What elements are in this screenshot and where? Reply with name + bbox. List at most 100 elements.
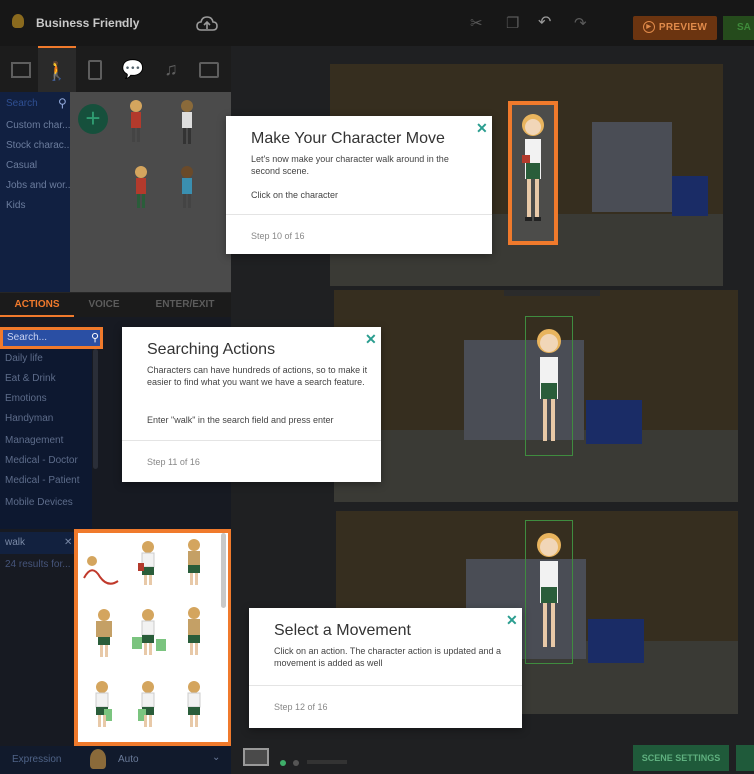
music-tab-icon[interactable]: ♫ bbox=[152, 46, 190, 92]
copier-machine bbox=[592, 122, 672, 212]
divider bbox=[226, 214, 492, 215]
camera-tab-icon[interactable] bbox=[190, 46, 228, 92]
preview-button[interactable]: ▶ PREVIEW bbox=[633, 16, 717, 40]
character-figure bbox=[522, 114, 544, 221]
scene-extra-button[interactable] bbox=[736, 745, 754, 771]
selected-character[interactable] bbox=[525, 316, 573, 456]
tab-enter-exit[interactable]: ENTER/EXIT bbox=[140, 293, 230, 317]
search-query-text: walk bbox=[5, 537, 26, 548]
tour-popover: ✕ Select a Movement Click on an action. … bbox=[249, 608, 522, 728]
action-category-item[interactable]: Emotions bbox=[0, 389, 92, 409]
tab-voice[interactable]: VOICE bbox=[74, 293, 134, 317]
play-icon: ▶ bbox=[642, 21, 655, 34]
popover-step: Step 12 of 16 bbox=[274, 702, 328, 712]
action-thumb[interactable] bbox=[138, 541, 155, 585]
expression-label: Expression bbox=[12, 754, 62, 765]
category-item[interactable]: Jobs and wor... bbox=[0, 176, 70, 196]
scene-toolbar bbox=[504, 290, 600, 296]
asset-tabs: 🚶 💬 ♫ bbox=[0, 46, 231, 92]
action-tabs: ACTIONS VOICE ENTER/EXIT bbox=[0, 292, 231, 317]
copy-icon[interactable]: ❐ bbox=[506, 14, 519, 32]
category-list: Search ⚲ Custom char... Stock charac... … bbox=[0, 92, 70, 292]
popover-instruction: Click on the character bbox=[251, 190, 339, 200]
popover-title: Searching Actions bbox=[147, 341, 276, 358]
scene-thumbnail[interactable] bbox=[243, 748, 269, 766]
action-category-item[interactable]: Mobile Devices bbox=[0, 493, 92, 513]
search-query-chip: walk ✕ bbox=[0, 532, 75, 554]
action-thumb[interactable] bbox=[96, 609, 112, 657]
popover-body: Let's now make your character walk aroun… bbox=[251, 154, 449, 176]
character-figure bbox=[537, 533, 561, 647]
results-count: 24 results for... bbox=[5, 559, 71, 570]
divider bbox=[249, 685, 522, 686]
expression-bar: Expression Auto ⌄ bbox=[0, 746, 231, 774]
action-thumb[interactable] bbox=[187, 681, 201, 727]
tour-popover: ✕ Searching Actions Characters can have … bbox=[122, 327, 381, 482]
action-category-item[interactable]: Handyman bbox=[0, 409, 92, 429]
character-tab-icon[interactable]: 🚶 bbox=[38, 46, 76, 92]
action-thumb[interactable] bbox=[138, 681, 155, 727]
close-icon[interactable]: ✕ bbox=[365, 331, 377, 348]
category-item[interactable]: Casual bbox=[0, 156, 70, 176]
category-item[interactable]: Stock charac... bbox=[0, 136, 70, 156]
clear-search-icon[interactable]: ✕ bbox=[64, 532, 72, 554]
category-item[interactable]: Custom char... bbox=[0, 116, 70, 136]
scene-settings-button[interactable]: SCENE SETTINGS bbox=[633, 745, 729, 771]
undo-icon[interactable]: ↶ bbox=[538, 12, 551, 32]
action-thumb[interactable] bbox=[132, 609, 166, 655]
cut-icon[interactable]: ✂ bbox=[470, 14, 483, 32]
popover-title: Make Your Character Move bbox=[251, 130, 445, 147]
action-search-input[interactable]: Search... ⚲ bbox=[0, 327, 103, 349]
tour-popover: ✕ Make Your Character Move Let's now mak… bbox=[226, 116, 492, 254]
category-search[interactable]: Search ⚲ bbox=[0, 94, 70, 114]
device-tab-icon[interactable] bbox=[76, 46, 114, 92]
popover-step: Step 11 of 16 bbox=[147, 457, 200, 467]
redo-icon[interactable]: ↷ bbox=[574, 14, 587, 32]
action-category-item[interactable]: Medical - Patient bbox=[0, 471, 92, 491]
highlighted-character[interactable] bbox=[508, 101, 558, 245]
tab-actions[interactable]: ACTIONS bbox=[0, 293, 74, 317]
action-category-item[interactable]: Medical - Doctor bbox=[0, 451, 92, 471]
category-search-input[interactable]: Search bbox=[6, 98, 38, 109]
chevron-down-icon[interactable]: ⌄ bbox=[212, 752, 220, 763]
character-thumb[interactable] bbox=[130, 100, 142, 142]
action-thumb[interactable] bbox=[188, 539, 200, 585]
divider bbox=[122, 440, 381, 441]
action-thumb[interactable] bbox=[95, 681, 112, 727]
close-icon[interactable]: ✕ bbox=[506, 612, 518, 629]
cloud-upload-icon[interactable] bbox=[196, 15, 218, 33]
paper-tray bbox=[586, 400, 642, 444]
walk-results-grid bbox=[74, 529, 232, 746]
popover-body: Characters can have hundreds of actions,… bbox=[147, 365, 368, 387]
category-item[interactable]: Kids bbox=[0, 196, 70, 216]
search-icon[interactable]: ⚲ bbox=[91, 330, 99, 346]
selected-character[interactable] bbox=[525, 520, 573, 664]
save-button[interactable]: SA bbox=[723, 16, 754, 40]
preview-label: PREVIEW bbox=[658, 22, 708, 33]
expression-avatar bbox=[90, 749, 106, 769]
character-thumb[interactable] bbox=[181, 100, 193, 144]
action-list-scrollbar[interactable] bbox=[93, 349, 98, 469]
action-category-item[interactable]: Management bbox=[0, 431, 92, 451]
action-category-list: Daily life Eat & Drink Emotions Handyman… bbox=[0, 349, 92, 529]
action-category-item[interactable]: Daily life bbox=[0, 349, 92, 369]
paper-tray bbox=[588, 619, 644, 663]
action-thumb[interactable] bbox=[83, 556, 119, 585]
speech-tab-icon[interactable]: 💬 bbox=[114, 46, 152, 92]
results-scrollbar[interactable] bbox=[221, 533, 226, 608]
popover-title: Select a Movement bbox=[274, 622, 411, 639]
chevron-down-icon[interactable]: ⌄ bbox=[118, 15, 126, 26]
add-character-button[interactable]: + bbox=[78, 104, 108, 134]
action-thumb[interactable] bbox=[188, 607, 200, 655]
character-thumb[interactable] bbox=[181, 166, 193, 208]
top-bar: Business Friendly ⌄ ✂ ❐ ↶ ↷ ▶ PREVIEW SA bbox=[0, 0, 754, 46]
character-thumb[interactable] bbox=[135, 166, 147, 208]
background-tab-icon[interactable] bbox=[2, 46, 40, 92]
paper-tray bbox=[672, 176, 708, 216]
character-figure bbox=[537, 329, 561, 441]
expression-select[interactable]: Auto bbox=[118, 754, 139, 765]
action-category-item[interactable]: Eat & Drink bbox=[0, 369, 92, 389]
timeline-slider[interactable] bbox=[280, 753, 347, 771]
close-icon[interactable]: ✕ bbox=[476, 120, 488, 137]
search-icon[interactable]: ⚲ bbox=[58, 96, 67, 110]
